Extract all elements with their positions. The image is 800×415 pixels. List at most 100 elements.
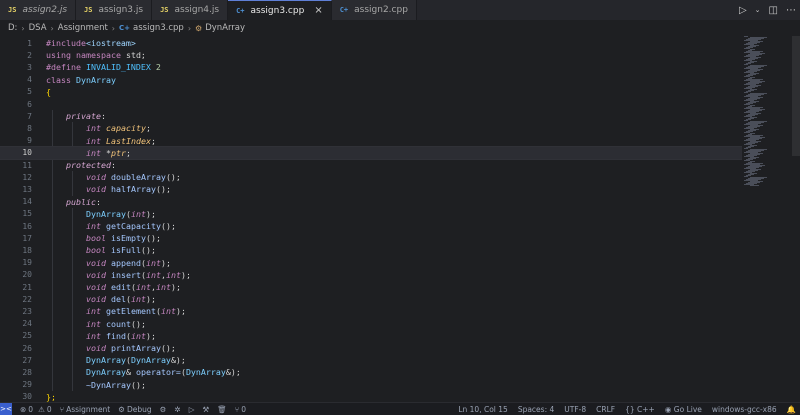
code-line[interactable]: 7 private: <box>0 110 742 122</box>
code-line[interactable]: 11 protected: <box>0 159 742 171</box>
code-line[interactable]: 18 bool isFull(); <box>0 244 742 256</box>
line-number: 30 <box>22 392 32 402</box>
chevron-right-icon: › <box>50 23 54 33</box>
clean-button[interactable]: 🗑 <box>217 405 227 414</box>
split-editor-icon[interactable]: ◫ <box>769 5 778 16</box>
tab-assign2-cpp[interactable]: C+ assign2.cpp <box>331 0 417 20</box>
code-line[interactable]: 9 int LastIndex; <box>0 135 742 147</box>
line-number: 7 <box>27 111 32 121</box>
code-line[interactable]: 19 void append(int); <box>0 257 742 269</box>
line-ending[interactable]: CRLF <box>596 405 615 414</box>
code-line[interactable]: 10 int *ptr; <box>0 145 743 160</box>
code-line[interactable]: 13 void halfArray(); <box>0 183 742 195</box>
compiler-config[interactable]: windows-gcc-x86 <box>712 405 777 414</box>
code-line[interactable]: 15 DynArray(int); <box>0 208 742 220</box>
code-text: void doubleArray(); <box>86 172 181 182</box>
encoding[interactable]: UTF-8 <box>564 405 586 414</box>
code-line[interactable]: 20 void insert(int,int); <box>0 269 742 281</box>
line-number: 16 <box>22 221 32 231</box>
code-line[interactable]: 2 using namespace std; <box>0 49 742 61</box>
chevron-right-icon: › <box>111 23 115 33</box>
code-token: ptr <box>111 147 126 158</box>
code-text: #define INVALID_INDEX 2 <box>46 62 161 72</box>
language-mode[interactable]: {} C++ <box>625 405 655 414</box>
editor-scrollbar[interactable] <box>792 36 800 156</box>
tab-assign4-js[interactable]: JS assign4.js <box>152 0 229 20</box>
code-line[interactable]: 8 int capacity; <box>0 122 742 134</box>
broadcast-icon: ◉ <box>664 405 672 414</box>
code-line[interactable]: 28 DynArray& operator=(DynArray&); <box>0 366 742 378</box>
code-token: &); <box>225 367 241 378</box>
code-line[interactable]: 14 public: <box>0 196 742 208</box>
breadcrumb-symbol[interactable]: DynArray <box>205 23 245 33</box>
code-line[interactable]: 1 #include<iostream> <box>0 37 742 49</box>
tab-assign3-js[interactable]: JS assign3.js <box>76 0 153 20</box>
tab-label: assign2.js <box>22 5 68 15</box>
ports-indicator[interactable]: ⑂ 0 <box>235 405 246 414</box>
language-label: C++ <box>637 405 655 414</box>
code-token: ); <box>145 208 156 219</box>
code-line[interactable]: 4 class DynArray <box>0 74 742 86</box>
tab-assign3-cpp[interactable]: C+ assign3.cpp × <box>228 0 332 20</box>
code-token: getElement <box>106 306 156 317</box>
code-line[interactable]: 27 DynArray(DynArray&); <box>0 354 742 366</box>
line-number: 4 <box>27 75 32 85</box>
code-token: &); <box>170 355 186 366</box>
code-token: void <box>86 294 106 305</box>
close-icon[interactable]: × <box>314 5 322 16</box>
branch-indicator[interactable]: ⑂ Assignment <box>60 405 111 414</box>
breadcrumb-folder-assignment[interactable]: Assignment <box>58 23 108 33</box>
code-line[interactable]: 16 int getCapacity(); <box>0 220 742 232</box>
breadcrumb-file[interactable]: assign3.cpp <box>133 23 184 33</box>
code-line[interactable]: 29 ~DynArray(); <box>0 379 742 391</box>
code-line[interactable]: 22 void del(int); <box>0 293 742 305</box>
line-number: 14 <box>22 197 32 207</box>
build-button[interactable]: ⚒ <box>202 405 209 414</box>
code-line[interactable]: 17 bool isEmpty(); <box>0 232 742 244</box>
indentation[interactable]: Spaces: 4 <box>518 405 554 414</box>
debug-indicator[interactable]: ⚙ Debug <box>118 405 151 414</box>
line-number: 8 <box>27 123 32 133</box>
play-icon: ▷ <box>188 404 195 414</box>
code-token: & <box>125 367 136 378</box>
debug-run-button[interactable]: ✲ <box>174 405 180 414</box>
code-line[interactable]: 24 int count(); <box>0 318 742 330</box>
code-token: ); <box>170 282 181 293</box>
code-token: isFull <box>110 245 141 256</box>
debug-label: Debug <box>127 404 152 414</box>
go-live-button[interactable]: ◉ Go Live <box>665 405 702 414</box>
code-text: void halfArray(); <box>86 184 171 194</box>
code-line[interactable]: 26 void printArray(); <box>0 342 742 354</box>
code-text: protected: <box>66 160 116 170</box>
remote-icon[interactable]: >< <box>0 402 12 415</box>
code-token: DynArray <box>185 367 226 378</box>
code-line[interactable]: 12 void doubleArray(); <box>0 171 742 183</box>
code-line[interactable]: 30}; <box>0 391 742 402</box>
problems-indicator[interactable]: ⊗ 0 ⚠ 0 <box>20 405 52 414</box>
code-line[interactable]: 21 void edit(int,int); <box>0 281 742 293</box>
code-line[interactable]: 23 int getElement(int); <box>0 305 742 317</box>
run-icon[interactable]: ▷ <box>739 5 747 16</box>
code-token: void <box>86 172 106 183</box>
code-editor[interactable]: 1 #include<iostream> 2 using namespace std;… <box>0 36 800 402</box>
bell-icon[interactable]: 🔔 <box>787 405 796 414</box>
code-line[interactable]: 3 #define INVALID_INDEX 2 <box>0 61 742 73</box>
code-token: int <box>130 294 146 305</box>
chevron-down-icon[interactable]: ⌄ <box>755 6 761 14</box>
code-text: }; <box>46 392 56 402</box>
code-line[interactable]: 5{ <box>0 86 742 98</box>
chevron-right-icon: › <box>187 23 192 33</box>
breadcrumb-folder-dsa[interactable]: DSA <box>29 23 47 33</box>
cpp-file-icon: C+ <box>236 6 245 15</box>
more-actions-icon[interactable]: ⋯ <box>786 5 796 16</box>
code-line[interactable]: 6 <box>0 98 742 110</box>
code-token: void <box>86 269 106 280</box>
code-token: INVALID_INDEX <box>85 62 151 73</box>
breadcrumb-drive[interactable]: D: <box>8 23 17 33</box>
cursor-position[interactable]: Ln 10, Col 15 <box>458 405 507 414</box>
debug-settings-button[interactable]: ⚙ <box>160 405 167 414</box>
braces-icon: {} <box>625 405 635 414</box>
run-button[interactable]: ▷ <box>189 405 195 414</box>
code-line[interactable]: 25 int find(int); <box>0 330 742 342</box>
tab-assign2-js[interactable]: JS assign2.js <box>0 0 77 20</box>
